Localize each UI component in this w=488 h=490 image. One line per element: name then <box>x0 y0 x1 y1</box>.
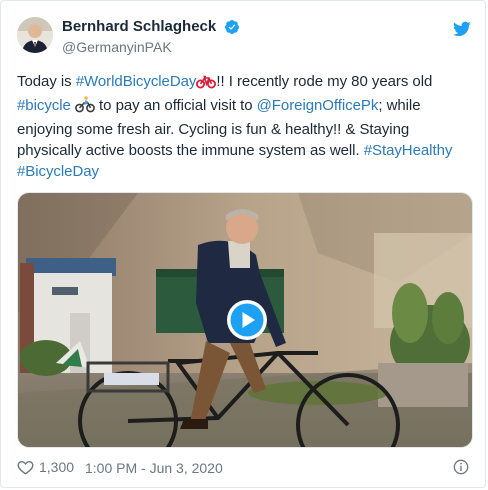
author-handle[interactable]: @GermanyinPAK <box>62 39 240 55</box>
author-block: Bernhard Schlagheck @GermanyinPAK <box>62 18 240 55</box>
info-icon[interactable] <box>453 459 469 475</box>
tweet-text-segment: to pay an official visit to <box>94 97 257 114</box>
tweet-footer: 1,300 1:00 PM - Jun 3, 2020 <box>17 459 471 479</box>
tweet-header: Bernhard Schlagheck @GermanyinPAK <box>17 17 471 59</box>
tweet-text-segment: Today is <box>17 73 76 90</box>
avatar[interactable] <box>17 17 53 53</box>
tweet-link[interactable]: #BicycleDay <box>17 163 99 180</box>
heart-icon[interactable] <box>17 459 34 475</box>
tweet-link[interactable]: #WorldBicycleDay <box>76 73 197 90</box>
tweet-text-segment: !! I recently rode my 80 years old <box>216 73 433 90</box>
tweet-text: Today is #WorldBicycleDay !! I recently r… <box>17 71 477 182</box>
tweet-link[interactable]: @ForeignOfficePk <box>257 97 379 114</box>
like-count: 1,300 <box>39 459 75 475</box>
play-icon[interactable] <box>226 299 268 341</box>
like-button[interactable]: 1,300 <box>17 459 74 475</box>
tweet-link[interactable]: #StayHealthy <box>364 142 453 159</box>
verified-badge-icon <box>224 19 239 34</box>
twitter-bird-icon[interactable] <box>453 21 471 37</box>
tweet-link[interactable]: #bicycle <box>17 97 71 114</box>
video-player[interactable] <box>17 192 473 448</box>
tweet-timestamp[interactable]: 1:00 PM - Jun 3, 2020 <box>85 460 223 476</box>
author-display-name[interactable]: Bernhard Schlagheck <box>62 18 216 35</box>
bicycle-icon <box>196 74 217 95</box>
embedded-tweet-card: Bernhard Schlagheck @GermanyinPAK Today … <box>0 0 486 488</box>
person-biking-icon <box>75 96 95 119</box>
